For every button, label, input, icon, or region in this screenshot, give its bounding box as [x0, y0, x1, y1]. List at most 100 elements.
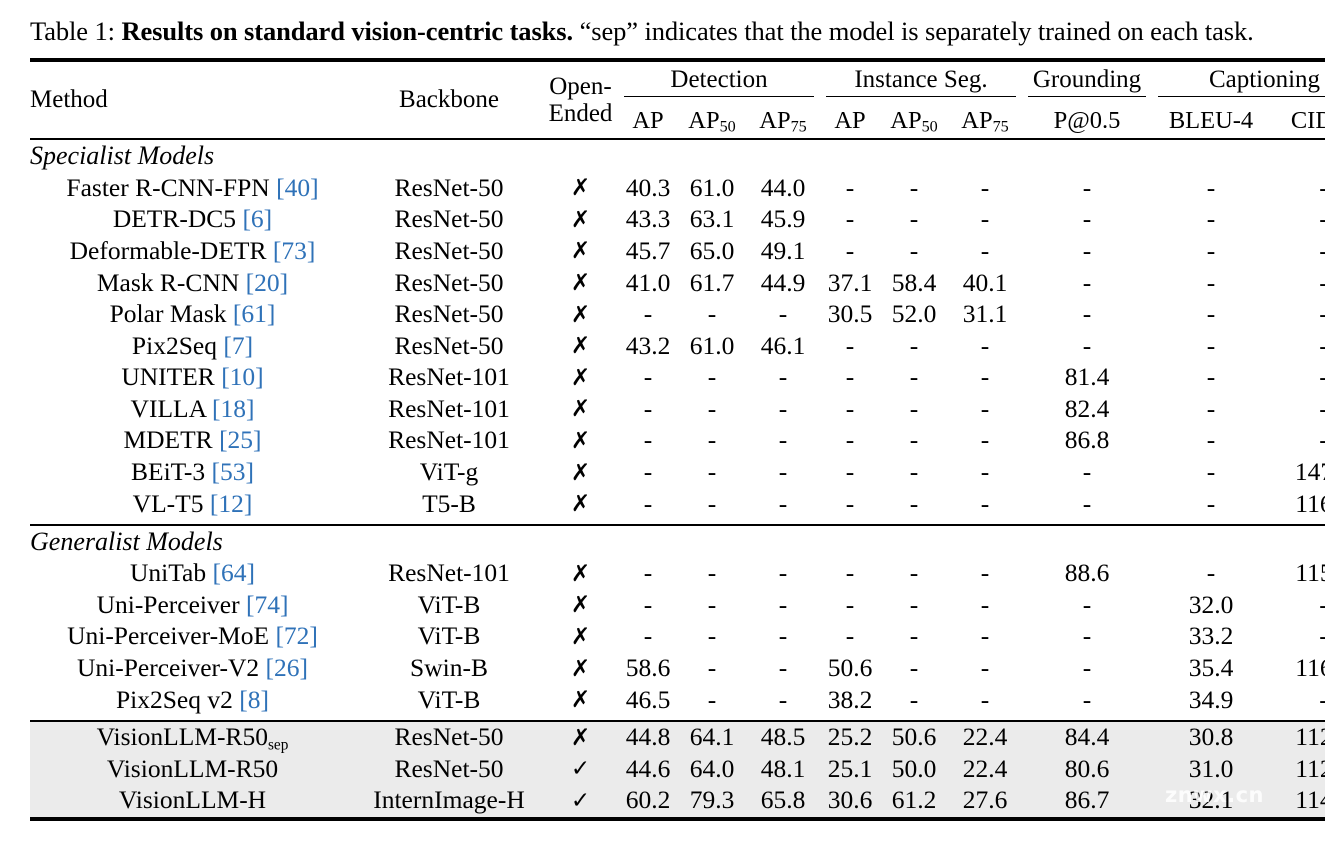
- citation-link[interactable]: [64]: [206, 558, 255, 587]
- cell-bleu4: 32.1: [1152, 784, 1270, 817]
- cross-icon: ✗: [570, 364, 591, 391]
- table-page: Table 1: Results on standard vision-cent…: [0, 0, 1325, 847]
- header-seg-ap75: AP75: [961, 107, 1009, 136]
- section-title: Generalist Models: [30, 526, 223, 556]
- cell-method: VisionLLM-R50sep: [30, 721, 355, 754]
- cell-det-ap75: -: [778, 457, 788, 487]
- cell-det-ap50: -: [707, 393, 717, 423]
- cell-bleu4: -: [1206, 299, 1216, 329]
- cell-backbone: ViT-B: [417, 589, 481, 619]
- citation-link[interactable]: [7]: [217, 331, 253, 360]
- cross-icon: ✗: [570, 655, 591, 682]
- method-name: VisionLLM-H: [118, 785, 267, 815]
- cell-bleu4: -: [1206, 457, 1216, 487]
- group-rule-captioning: [1158, 96, 1325, 98]
- cell-grounding: -: [1082, 457, 1092, 487]
- cell-seg-ap75: -: [980, 425, 990, 455]
- citation-link[interactable]: [73]: [266, 236, 315, 265]
- cell-det-ap50: 65.0: [689, 235, 735, 265]
- cross-icon: ✗: [570, 560, 591, 587]
- citation-link[interactable]: [74]: [240, 590, 288, 619]
- cell-grounding: 86.7: [1022, 784, 1152, 817]
- cell-seg-ap50: -: [909, 589, 919, 619]
- cell-det-ap: 41.0: [625, 267, 671, 297]
- citation-link[interactable]: [61]: [227, 299, 275, 328]
- cell-method: VILLA [18]: [30, 393, 355, 425]
- citation-link[interactable]: [25]: [213, 425, 261, 454]
- citation-link[interactable]: [20]: [239, 268, 288, 297]
- cell-det-ap75: -: [778, 299, 788, 329]
- cell-det-ap: 40.3: [625, 172, 671, 202]
- cell-cider: -: [1270, 621, 1325, 653]
- section-title-row: Generalist Models: [30, 526, 1325, 558]
- citation-link[interactable]: [10]: [215, 362, 263, 391]
- cell-det-ap: -: [643, 457, 653, 487]
- section-title-row: Specialist Models: [30, 140, 1325, 172]
- cell-det-ap75: -: [778, 589, 788, 619]
- cell-grounding: 82.4: [1064, 393, 1110, 423]
- citation-link[interactable]: [8]: [233, 685, 269, 714]
- cell-seg-ap: -: [845, 488, 855, 518]
- header-seg-ap: AP: [834, 107, 866, 135]
- cell-method: Uni-Perceiver-MoE [72]: [30, 621, 355, 653]
- cell-cider: 147.6: [1294, 457, 1325, 487]
- cell-method: VisionLLM-R50: [30, 753, 355, 785]
- cell-bleu4: -: [1206, 425, 1216, 455]
- method-name: UniTab: [130, 558, 207, 588]
- cell-seg-ap: -: [845, 172, 855, 202]
- method-name: UNITER: [121, 362, 215, 392]
- cell-grounding: -: [1082, 684, 1092, 714]
- header-group-row: Method Backbone Open- Ended Detection In…: [30, 62, 1325, 127]
- cross-icon: ✗: [570, 301, 591, 328]
- cell-grounding: 81.4: [1064, 362, 1110, 392]
- cross-icon: ✗: [570, 687, 591, 714]
- citation-link[interactable]: [6]: [236, 204, 272, 233]
- cell-seg-ap50: -: [909, 425, 919, 455]
- cell-det-ap: 44.8: [618, 721, 678, 754]
- cell-backbone: ResNet-50: [355, 721, 543, 754]
- cell-det-ap: -: [643, 589, 653, 619]
- cell-seg-ap50: -: [909, 393, 919, 423]
- cell-seg-ap: -: [845, 235, 855, 265]
- cell-bleu4: 33.2: [1188, 621, 1234, 651]
- citation-link[interactable]: [53]: [205, 457, 254, 486]
- cell-det-ap50: -: [707, 488, 717, 518]
- cell-seg-ap: 30.5: [827, 299, 873, 329]
- cell-backbone: ResNet-101: [388, 558, 510, 588]
- cell-method: VisionLLM-H: [30, 784, 355, 817]
- cell-grounding: 80.6: [1022, 753, 1152, 785]
- cell-det-ap: -: [643, 621, 653, 651]
- cell-grounding: -: [1082, 299, 1092, 329]
- cell-seg-ap75: -: [980, 653, 990, 683]
- table-caption: Table 1: Results on standard vision-cent…: [0, 0, 1325, 49]
- cell-seg-ap: 25.1: [820, 753, 880, 785]
- cross-icon: ✗: [570, 459, 591, 486]
- method-name: VL-T5: [132, 488, 204, 518]
- cell-det-ap50: -: [707, 558, 717, 588]
- citation-link[interactable]: [18]: [206, 394, 254, 423]
- cell-det-ap75: -: [778, 488, 788, 518]
- method-name: Uni-Perceiver-MoE: [67, 621, 270, 651]
- cell-backbone: ResNet-101: [388, 425, 510, 455]
- table-row: Mask R-CNN [20] ResNet-50 ✗ 41.0 61.7 44.9 37.…: [30, 267, 1325, 299]
- header-group-captioning: Captioning: [1152, 62, 1325, 104]
- caption-title: Results on standard vision-centric tasks…: [121, 16, 574, 46]
- cell-seg-ap50: -: [909, 684, 919, 714]
- section-title: Specialist Models: [30, 141, 215, 171]
- cell-seg-ap50: 50.0: [880, 753, 948, 785]
- cell-backbone: ResNet-50: [394, 330, 504, 360]
- cell-det-ap: -: [643, 299, 653, 329]
- header-group-grounding: Grounding: [1022, 62, 1152, 104]
- cross-icon: ✗: [570, 333, 591, 360]
- citation-link[interactable]: [26]: [259, 653, 308, 682]
- citation-link[interactable]: [72]: [269, 621, 317, 650]
- method-name: Pix2Seq v2: [115, 684, 233, 714]
- method-name: VisionLLM-R50: [106, 753, 279, 783]
- cell-seg-ap75: 31.1: [962, 299, 1008, 329]
- citation-link[interactable]: [40]: [270, 173, 318, 202]
- citation-link[interactable]: [12]: [203, 489, 252, 518]
- header-seg-ap50: AP50: [890, 107, 938, 136]
- cell-det-ap75: -: [778, 425, 788, 455]
- header-open-ended: Open- Ended: [543, 62, 618, 138]
- method-name: Uni-Perceiver-V2: [76, 653, 260, 683]
